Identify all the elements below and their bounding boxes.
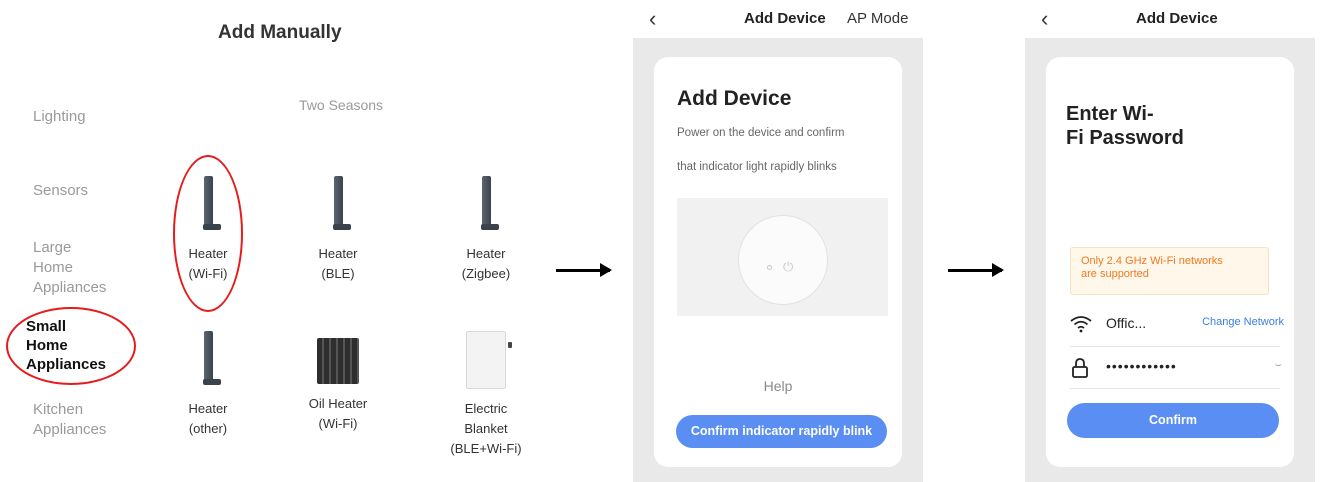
device-heater-other[interactable]: Heater (other) [153, 331, 263, 439]
device-illustration: ⏻ [677, 198, 888, 316]
warning-line-1: Only 2.4 GHz Wi-Fi networks [1081, 255, 1223, 267]
device-variant: (other) [188, 421, 228, 436]
card-title-line-1: Enter Wi- [1066, 103, 1154, 125]
device-variant: (Wi-Fi) [318, 416, 358, 431]
device-variant: (Wi-Fi) [188, 266, 228, 281]
device-name: Heater [188, 246, 228, 261]
eye-icon[interactable]: ⌣ [1275, 359, 1282, 372]
card-title: Add Device [677, 87, 792, 110]
page-title: Add Manually [218, 22, 342, 43]
instruction-line-2: that indicator light rapidly blinks [677, 161, 837, 173]
instruction-line-1: Power on the device and confirm [677, 127, 845, 139]
network-row: Offic... Change Network [1070, 312, 1284, 338]
card: Add Device Power on the device and confi… [654, 57, 902, 467]
password-input[interactable]: •••••••••••• [1106, 358, 1177, 374]
card-title-line-2: Fi Password [1066, 127, 1184, 149]
header-title: Add Device [744, 10, 826, 27]
device-heater-wifi[interactable]: Heater (Wi-Fi) [153, 176, 263, 284]
card-title: Enter Wi- Fi Password [1066, 102, 1184, 150]
change-network-link[interactable]: Change Network [1202, 316, 1284, 328]
device-variant: (Zigbee) [461, 266, 511, 281]
device-name: Heater [466, 246, 506, 261]
header: ‹ Add Device [1025, 0, 1315, 38]
frequency-warning: Only 2.4 GHz Wi-Fi networks are supporte… [1070, 247, 1269, 295]
card: Enter Wi- Fi Password Only 2.4 GHz Wi-Fi… [1046, 57, 1294, 467]
device-variant: (BLE) [321, 266, 355, 281]
category-large-home-appliances[interactable]: Large Home Appliances [33, 238, 106, 298]
category-sensors[interactable]: Sensors [33, 181, 88, 201]
device-name: Heater [318, 246, 358, 261]
oil-heater-icon [317, 338, 359, 384]
power-icon: ⏻ [783, 259, 794, 274]
add-device-screen: ‹ Add Device AP Mode Add Device Power on… [633, 0, 923, 482]
device-variant: (BLE+Wi-Fi) [450, 441, 522, 456]
back-icon[interactable]: ‹ [649, 6, 656, 32]
device-name: Oil Heater [308, 396, 368, 411]
section-heading: Two Seasons [299, 97, 384, 113]
wifi-icon [1070, 316, 1092, 333]
indicator-light-icon [767, 265, 772, 270]
device-name-line2: Blanket [464, 421, 508, 436]
device-heater-zigbee[interactable]: Heater (Zigbee) [431, 176, 541, 284]
help-link[interactable]: Help [654, 378, 902, 394]
tower-heater-icon [479, 176, 499, 234]
wifi-password-screen: ‹ Add Device Enter Wi- Fi Password Only … [1025, 0, 1315, 482]
warning-line-2: are supported [1081, 268, 1149, 280]
category-lighting[interactable]: Lighting [33, 107, 86, 127]
device-heater-ble[interactable]: Heater (BLE) [283, 176, 393, 284]
tower-heater-icon [201, 176, 221, 234]
device-oil-heater-wifi[interactable]: Oil Heater (Wi-Fi) [283, 338, 393, 434]
back-icon[interactable]: ‹ [1041, 6, 1048, 32]
header: ‹ Add Device AP Mode [633, 0, 923, 38]
header-title: Add Device [1136, 10, 1218, 27]
indicator-device-icon: ⏻ [738, 215, 828, 305]
electric-blanket-icon [466, 331, 512, 389]
ap-mode-link[interactable]: AP Mode [847, 10, 908, 27]
category-small-home-appliances[interactable]: Small Home Appliances [26, 317, 106, 374]
tower-heater-icon [201, 331, 221, 389]
add-manually-screen: Add Manually Lighting Sensors Large Home… [0, 0, 560, 482]
tower-heater-icon [331, 176, 351, 234]
device-name: Electric [464, 401, 508, 416]
network-name: Offic... [1106, 315, 1147, 331]
password-row[interactable]: •••••••••••• ⌣ [1070, 355, 1282, 381]
arrow-right-icon [556, 263, 612, 277]
arrow-right-icon [948, 263, 1004, 277]
device-name: Heater [188, 401, 228, 416]
confirm-button[interactable]: Confirm [1067, 403, 1279, 438]
divider [1070, 388, 1280, 389]
category-kitchen-appliances[interactable]: Kitchen Appliances [33, 400, 106, 440]
device-electric-blanket[interactable]: Electric Blanket (BLE+Wi-Fi) [431, 331, 541, 459]
lock-icon [1072, 358, 1088, 378]
confirm-blink-button[interactable]: Confirm indicator rapidly blink [676, 415, 887, 448]
divider [1070, 346, 1280, 347]
